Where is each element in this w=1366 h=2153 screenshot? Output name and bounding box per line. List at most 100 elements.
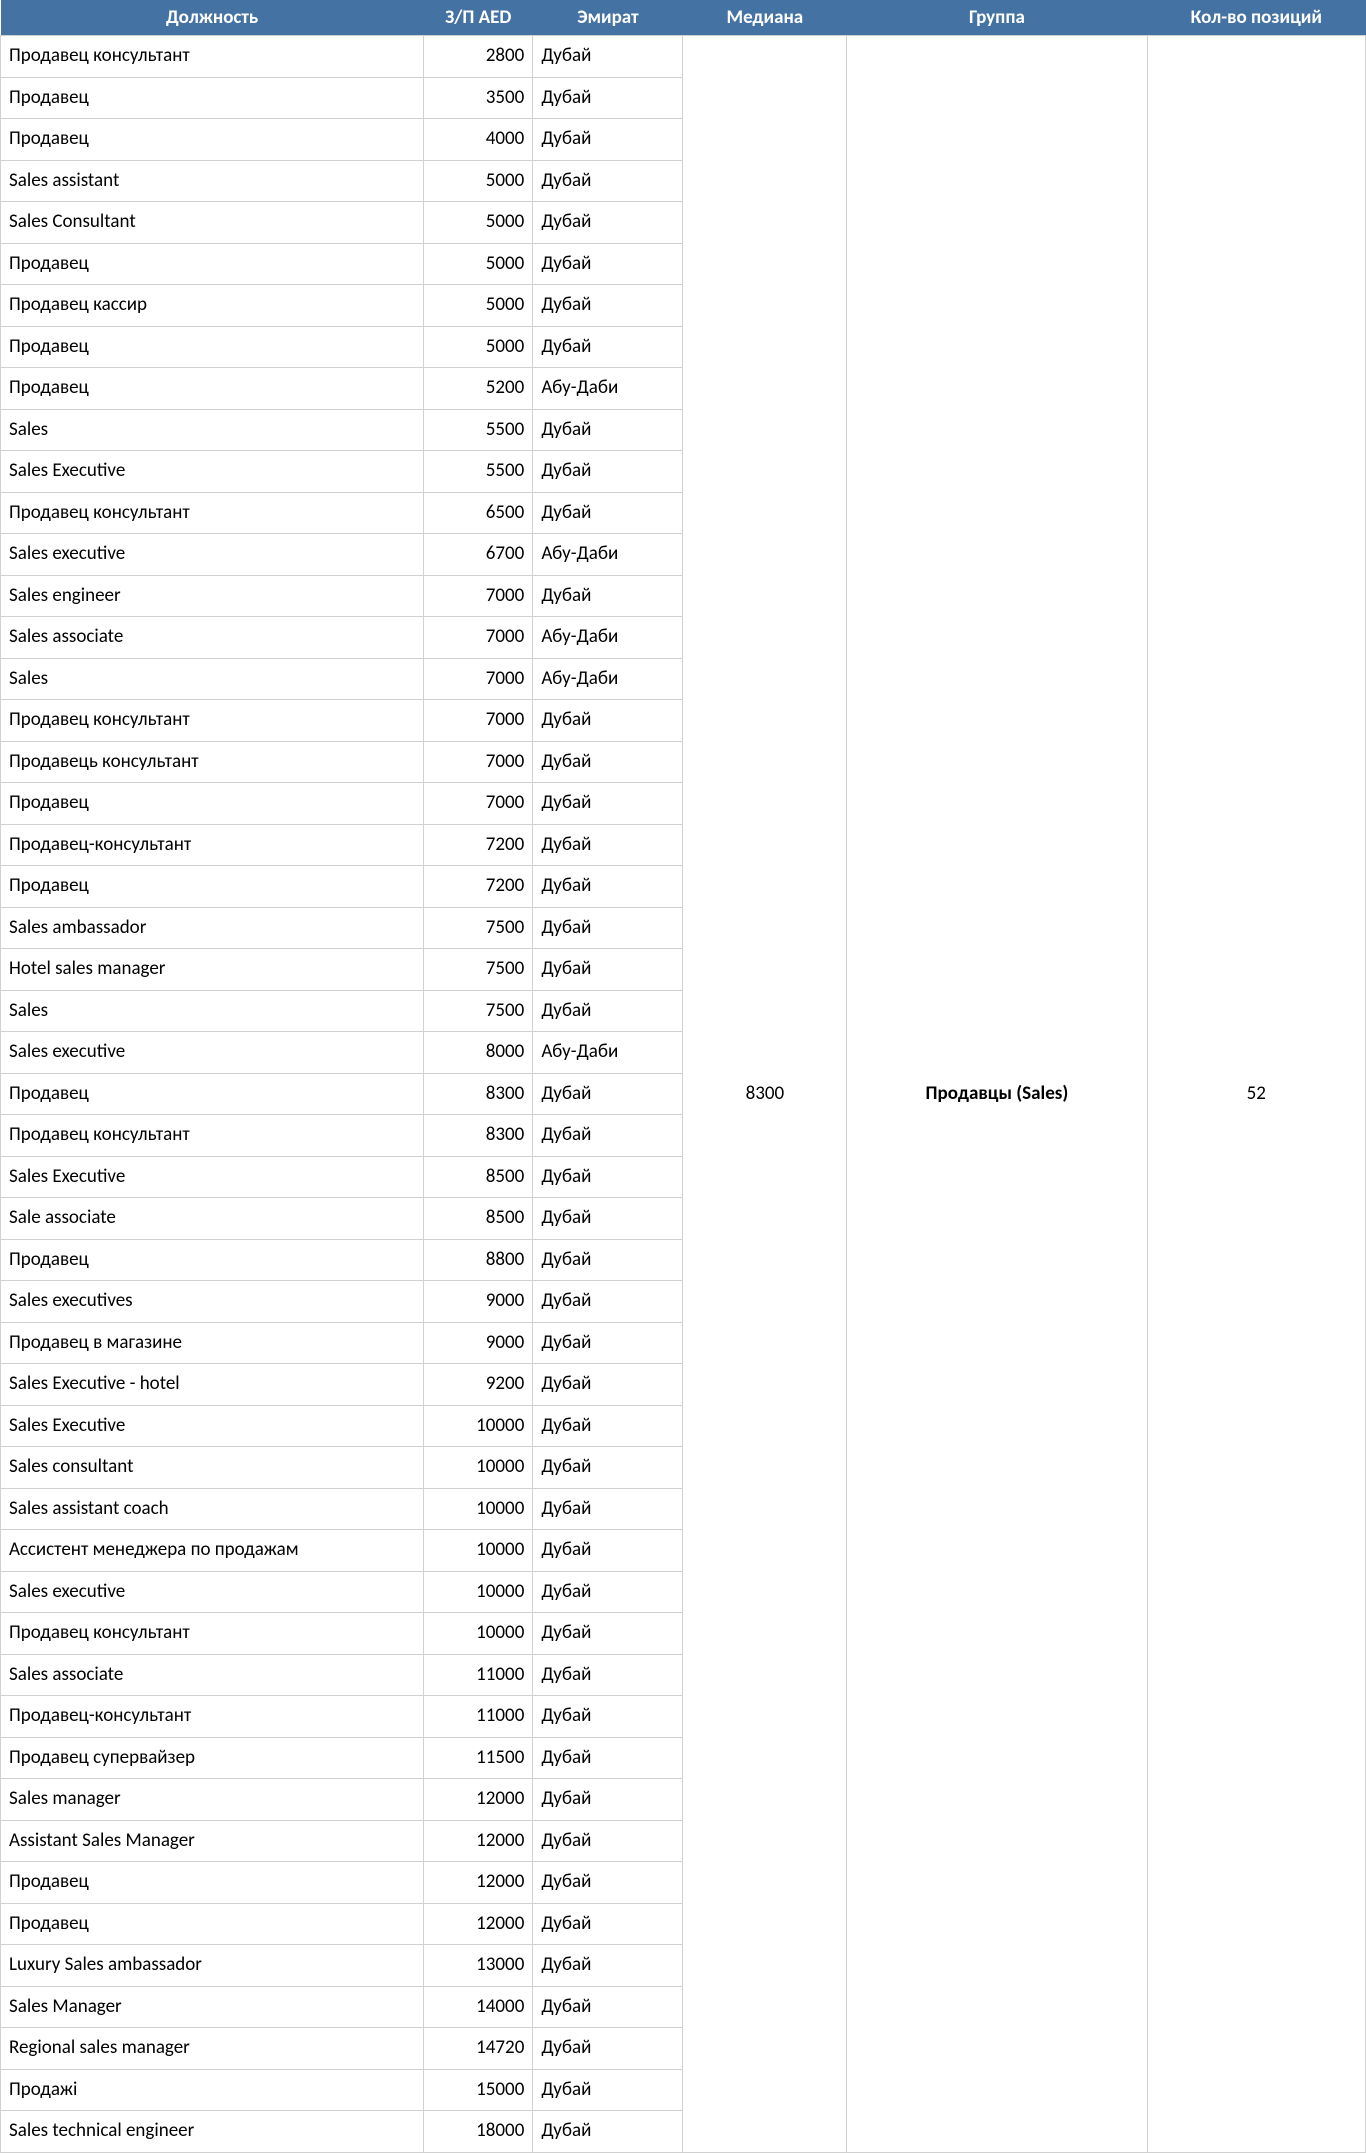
cell-emirate: Дубай [533,36,683,78]
cell-emirate: Дубай [533,409,683,451]
cell-position: Продавец консультант [1,492,424,534]
cell-salary: 3500 [424,77,533,119]
cell-position: Продавец [1,1073,424,1115]
header-group: Группа [847,0,1147,36]
cell-salary: 11000 [424,1696,533,1738]
cell-position: Sales executive [1,534,424,576]
cell-emirate: Дубай [533,783,683,825]
cell-position: Sales Executive [1,1156,424,1198]
cell-median: 8300 [683,36,847,2153]
header-median: Медиана [683,0,847,36]
cell-salary: 12000 [424,1779,533,1821]
cell-position: Продавец супервайзер [1,1737,424,1779]
cell-salary: 7000 [424,658,533,700]
cell-salary: 6700 [424,534,533,576]
cell-salary: 5200 [424,368,533,410]
cell-group: Продавцы (Sales) [847,36,1147,2153]
cell-position: Sales Consultant [1,202,424,244]
cell-position: Продавец кассир [1,285,424,327]
table-row: Продавец консультант2800Дубай8300Продавц… [1,36,1366,78]
cell-position: Sales [1,409,424,451]
cell-position: Sales Executive [1,1405,424,1447]
cell-emirate: Дубай [533,866,683,908]
cell-salary: 9000 [424,1281,533,1323]
cell-count: 52 [1147,36,1365,2153]
cell-emirate: Дубай [533,77,683,119]
cell-emirate: Дубай [533,1571,683,1613]
cell-salary: 10000 [424,1571,533,1613]
cell-position: Sales executive [1,1032,424,1074]
cell-position: Sales Executive [1,451,424,493]
cell-salary: 7200 [424,866,533,908]
cell-emirate: Дубай [533,1156,683,1198]
cell-position: Regional sales manager [1,2028,424,2070]
cell-position: Продавец [1,368,424,410]
cell-salary: 4000 [424,119,533,161]
cell-position: Продавец-консультант [1,824,424,866]
cell-salary: 5000 [424,285,533,327]
cell-position: Luxury Sales ambassador [1,1945,424,1987]
cell-salary: 10000 [424,1488,533,1530]
salary-table: Должность З/П AED Эмират Медиана Группа … [0,0,1366,2153]
cell-emirate: Дубай [533,824,683,866]
cell-salary: 7000 [424,741,533,783]
cell-emirate: Дубай [533,243,683,285]
cell-emirate: Дубай [533,949,683,991]
cell-salary: 15000 [424,2069,533,2111]
cell-emirate: Дубай [533,741,683,783]
cell-salary: 10000 [424,1405,533,1447]
cell-salary: 5000 [424,202,533,244]
cell-emirate: Абу-Даби [533,617,683,659]
cell-salary: 12000 [424,1820,533,1862]
cell-emirate: Дубай [533,492,683,534]
cell-emirate: Дубай [533,575,683,617]
cell-emirate: Дубай [533,1903,683,1945]
cell-position: Продавец консультант [1,36,424,78]
cell-emirate: Дубай [533,1945,683,1987]
cell-salary: 5000 [424,243,533,285]
cell-emirate: Дубай [533,326,683,368]
cell-position: Продавец [1,1862,424,1904]
cell-emirate: Дубай [533,1613,683,1655]
cell-position: Продавец [1,77,424,119]
cell-salary: 7500 [424,949,533,991]
cell-salary: 10000 [424,1613,533,1655]
cell-emirate: Дубай [533,1530,683,1572]
cell-position: Sales manager [1,1779,424,1821]
cell-salary: 9000 [424,1322,533,1364]
cell-position: Продавец [1,243,424,285]
cell-emirate: Дубай [533,1281,683,1323]
cell-salary: 14720 [424,2028,533,2070]
cell-position: Продавец консультант [1,1115,424,1157]
cell-emirate: Дубай [533,160,683,202]
cell-position: Assistant Sales Manager [1,1820,424,1862]
cell-emirate: Дубай [533,907,683,949]
cell-salary: 8000 [424,1032,533,1074]
cell-emirate: Абу-Даби [533,1032,683,1074]
cell-position: Продавец в магазине [1,1322,424,1364]
cell-emirate: Абу-Даби [533,658,683,700]
cell-emirate: Дубай [533,700,683,742]
header-salary: З/П AED [424,0,533,36]
cell-salary: 7000 [424,700,533,742]
cell-salary: 12000 [424,1903,533,1945]
cell-emirate: Дубай [533,1654,683,1696]
cell-position: Продавец [1,1903,424,1945]
cell-emirate: Дубай [533,1405,683,1447]
cell-position: Sales consultant [1,1447,424,1489]
cell-position: Sales assistant [1,160,424,202]
cell-position: Продажі [1,2069,424,2111]
cell-emirate: Дубай [533,1198,683,1240]
cell-position: Sales [1,658,424,700]
cell-position: Sales Manager [1,1986,424,2028]
cell-position: Sales ambassador [1,907,424,949]
cell-emirate: Дубай [533,1488,683,1530]
cell-emirate: Дубай [533,1322,683,1364]
cell-position: Ассистент менеджера по продажам [1,1530,424,1572]
cell-salary: 5500 [424,409,533,451]
cell-emirate: Дубай [533,1820,683,1862]
cell-emirate: Дубай [533,1986,683,2028]
cell-emirate: Дубай [533,1737,683,1779]
table-header-row: Должность З/П AED Эмират Медиана Группа … [1,0,1366,36]
cell-salary: 10000 [424,1447,533,1489]
